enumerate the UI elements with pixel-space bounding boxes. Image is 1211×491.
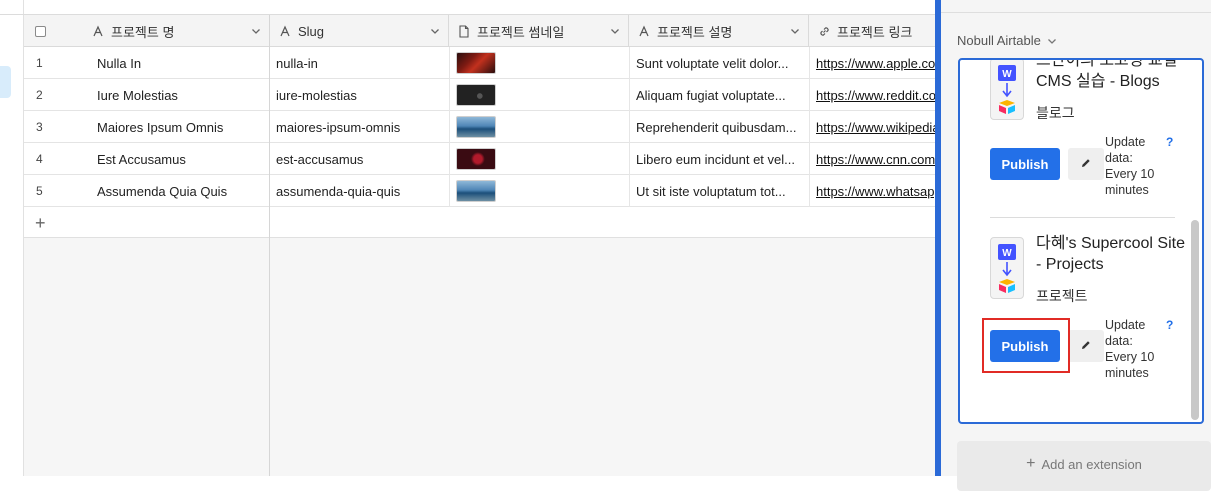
cell-thumbnail[interactable] xyxy=(450,111,630,143)
column-header-link[interactable]: 프로젝트 링크 xyxy=(837,22,935,41)
thumbnail-image[interactable] xyxy=(456,148,496,170)
cell-link[interactable]: https://www.apple.com xyxy=(810,47,935,79)
cell-description[interactable]: Libero eum incidunt et vel... xyxy=(630,143,810,175)
row-number: 4 xyxy=(36,152,43,166)
cell-slug[interactable]: maiores-ipsum-omnis xyxy=(270,111,450,143)
publish-button[interactable]: Publish xyxy=(990,148,1060,180)
left-nav-strip xyxy=(0,0,24,476)
cell-name[interactable]: Iure Molestias xyxy=(91,79,269,111)
cell-thumbnail[interactable] xyxy=(450,143,630,175)
cell-description[interactable]: Reprehenderit quibusdam... xyxy=(630,111,810,143)
cell-slug[interactable]: nulla-in xyxy=(270,47,450,79)
cell-thumbnail[interactable] xyxy=(450,47,630,79)
table-row[interactable]: 1 Nulla In nulla-in Sunt voluptate velit do… xyxy=(24,47,935,79)
row-number: 2 xyxy=(36,88,43,102)
cell-link[interactable]: https://www.cnn.com xyxy=(810,143,935,175)
plus-icon: + xyxy=(1026,455,1036,472)
thumbnail-image[interactable] xyxy=(456,84,496,106)
cell-slug[interactable]: est-accusamus xyxy=(270,143,450,175)
extensions-sidebar: Nobull Airtable W 드단이의 노코딩 교실 CMS 실습 - B… xyxy=(941,0,1211,491)
table-row[interactable]: 4 Est Accusamus est-accusamus Libero eum in… xyxy=(24,143,935,175)
svg-text:W: W xyxy=(1002,69,1012,80)
cell-description[interactable]: Ut sit iste voluptatum tot... xyxy=(630,175,810,207)
thumbnail-image[interactable] xyxy=(456,180,496,202)
sync-card-subtitle: 블로그 xyxy=(1036,105,1075,121)
cell-description[interactable]: Aliquam fugiat voluptate... xyxy=(630,79,810,111)
selected-table-indicator[interactable] xyxy=(0,66,11,98)
grid-header: 프로젝트 명 Slug 프로젝트 썸네일 프로젝트 설명 프로젝트 링크 xyxy=(24,15,935,47)
row-number: 5 xyxy=(36,184,43,198)
webflow-airtable-logo: W xyxy=(990,60,1024,120)
cell-link[interactable]: https://www.whatsapp.com xyxy=(810,175,935,207)
add-extension-label: Add an extension xyxy=(1041,457,1142,472)
cell-thumbnail[interactable] xyxy=(450,79,630,111)
column-header-name[interactable]: 프로젝트 명 xyxy=(111,22,251,41)
row-number: 3 xyxy=(36,120,43,134)
cell-link[interactable]: https://www.reddit.com xyxy=(810,79,935,111)
chevron-down-icon[interactable] xyxy=(610,26,620,36)
cell-name[interactable]: Maiores Ipsum Omnis xyxy=(91,111,269,143)
attachment-icon xyxy=(457,24,471,38)
primary-column-divider xyxy=(269,15,270,476)
edit-button[interactable] xyxy=(1068,148,1104,180)
table-row[interactable]: 2 Iure Molestias iure-molestias Aliquam fug… xyxy=(24,79,935,111)
cell-slug[interactable]: iure-molestias xyxy=(270,79,450,111)
header-description[interactable]: 프로젝트 설명 xyxy=(629,15,809,47)
card-divider xyxy=(990,217,1175,218)
webflow-airtable-logo: W xyxy=(990,237,1024,299)
base-name: Nobull Airtable xyxy=(957,33,1041,48)
thumbnail-image[interactable] xyxy=(456,52,496,74)
header-primary: 프로젝트 명 xyxy=(24,15,269,47)
sync-card-title: 다혜's Supercool Site - Projects xyxy=(1036,235,1186,273)
table-row[interactable]: 3 Maiores Ipsum Omnis maiores-ipsum-omnis R… xyxy=(24,111,935,143)
base-selector[interactable]: Nobull Airtable xyxy=(957,33,1057,48)
table-row[interactable]: 5 Assumenda Quia Quis assumenda-quia-quis U… xyxy=(24,175,935,207)
column-header-slug[interactable]: Slug xyxy=(298,24,430,39)
select-all-checkbox[interactable] xyxy=(35,25,46,37)
chevron-down-icon[interactable] xyxy=(790,26,800,36)
cell-name[interactable]: Assumenda Quia Quis xyxy=(91,175,269,207)
chevron-down-icon xyxy=(1047,36,1057,46)
cell-name[interactable]: Est Accusamus xyxy=(91,143,269,175)
text-field-icon xyxy=(637,25,651,37)
sidebar-top-divider xyxy=(941,12,1211,13)
row-number: 1 xyxy=(36,56,43,70)
add-record-row[interactable]: + xyxy=(24,207,935,238)
chevron-down-icon[interactable] xyxy=(430,26,440,36)
help-icon[interactable]: ? xyxy=(1166,318,1173,332)
plus-icon[interactable]: + xyxy=(35,213,46,234)
text-field-icon xyxy=(91,25,105,37)
update-frequency: Update data: Every 10 minutes xyxy=(1105,318,1155,380)
panel-scrollbar[interactable] xyxy=(1191,220,1199,420)
link-icon xyxy=(817,25,831,38)
pencil-icon xyxy=(1080,157,1092,172)
cell-link[interactable]: https://www.wikipedia.org xyxy=(810,111,935,143)
data-grid: 프로젝트 명 Slug 프로젝트 썸네일 프로젝트 설명 프로젝트 링크 1 N… xyxy=(24,15,935,476)
cell-description[interactable]: Sunt voluptate velit dolor... xyxy=(630,47,810,79)
cell-name[interactable]: Nulla In xyxy=(91,47,269,79)
highlight-box xyxy=(982,318,1070,373)
text-field-icon xyxy=(278,25,292,37)
column-header-thumbnail[interactable]: 프로젝트 썸네일 xyxy=(477,22,610,41)
add-extension-button[interactable]: + Add an extension xyxy=(957,441,1211,491)
chevron-down-icon[interactable] xyxy=(251,26,261,36)
sync-card-subtitle: 프로젝트 xyxy=(1036,288,1088,304)
update-frequency: Update data: Every 10 minutes xyxy=(1105,135,1155,197)
cell-thumbnail[interactable] xyxy=(450,175,630,207)
header-link[interactable]: 프로젝트 링크 xyxy=(809,15,935,47)
header-slug[interactable]: Slug xyxy=(269,15,449,47)
thumbnail-image[interactable] xyxy=(456,116,496,138)
svg-text:W: W xyxy=(1002,248,1012,259)
pencil-icon xyxy=(1080,339,1092,354)
edit-button[interactable] xyxy=(1068,330,1104,362)
sync-card-title: 드단이의 노코딩 교실 CMS 실습 - Blogs xyxy=(1036,58,1178,90)
cell-slug[interactable]: assumenda-quia-quis xyxy=(270,175,450,207)
column-header-description[interactable]: 프로젝트 설명 xyxy=(657,22,790,41)
help-icon[interactable]: ? xyxy=(1166,135,1173,149)
header-thumbnail[interactable]: 프로젝트 썸네일 xyxy=(449,15,629,47)
